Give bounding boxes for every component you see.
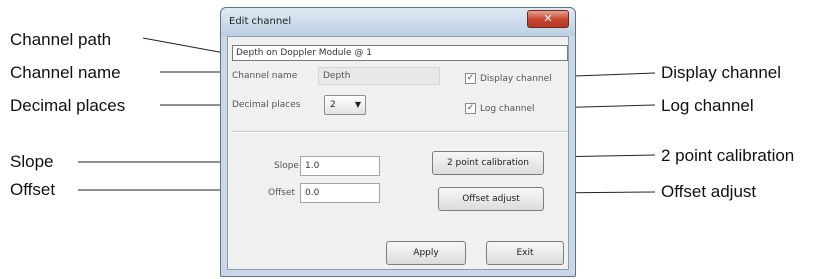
display-channel-checkbox[interactable]: ✓ xyxy=(465,73,476,84)
checkmark-icon: ✓ xyxy=(466,73,475,83)
callout-channel-path: Channel path xyxy=(10,30,112,49)
display-channel-label: Display channel xyxy=(480,74,552,84)
section-divider xyxy=(232,131,568,133)
decimal-places-value: 2 xyxy=(330,100,336,110)
offset-label: Offset xyxy=(268,188,296,198)
dialog-title: Edit channel xyxy=(229,16,292,27)
channel-path-field[interactable]: Depth on Doppler Module @ 1 xyxy=(232,45,568,61)
close-button[interactable]: ✕ xyxy=(527,10,569,28)
callout-offset-adjust: Offset adjust xyxy=(661,182,757,201)
log-channel-label: Log channel xyxy=(480,104,535,114)
slope-input[interactable]: 1.0 xyxy=(300,156,380,176)
callout-decimal-places: Decimal places xyxy=(10,96,126,115)
leader-channel-path xyxy=(142,37,231,55)
callout-channel-name: Channel name xyxy=(10,63,121,82)
callout-offset: Offset xyxy=(10,180,56,199)
callout-slope: Slope xyxy=(10,152,54,171)
callout-log-channel: Log channel xyxy=(661,96,754,115)
channel-name-field[interactable]: Depth xyxy=(318,67,440,85)
offset-adjust-button[interactable]: Offset adjust xyxy=(438,187,544,211)
dialog-titlebar[interactable]: Edit channel ✕ xyxy=(221,8,575,36)
checkmark-icon: ✓ xyxy=(466,103,475,113)
channel-name-label: Channel name xyxy=(232,71,298,81)
log-channel-checkbox[interactable]: ✓ xyxy=(465,103,476,114)
close-icon: ✕ xyxy=(543,12,553,25)
callout-two-point-calibration: 2 point calibration xyxy=(661,146,795,165)
edit-channel-dialog: Edit channel ✕ Depth on Doppler Module @… xyxy=(220,7,576,277)
callout-display-channel: Display channel xyxy=(661,63,782,82)
decimal-places-label: Decimal places xyxy=(232,100,301,110)
apply-button[interactable]: Apply xyxy=(386,241,466,265)
dialog-client-area: Depth on Doppler Module @ 1 Channel name… xyxy=(227,36,569,270)
offset-input[interactable]: 0.0 xyxy=(300,183,380,203)
two-point-calibration-button[interactable]: 2 point calibration xyxy=(432,151,544,175)
exit-button[interactable]: Exit xyxy=(486,241,564,265)
decimal-places-select[interactable]: 2 ▼ xyxy=(324,95,366,115)
chevron-down-icon: ▼ xyxy=(354,100,361,109)
slope-label: Slope xyxy=(274,161,299,171)
